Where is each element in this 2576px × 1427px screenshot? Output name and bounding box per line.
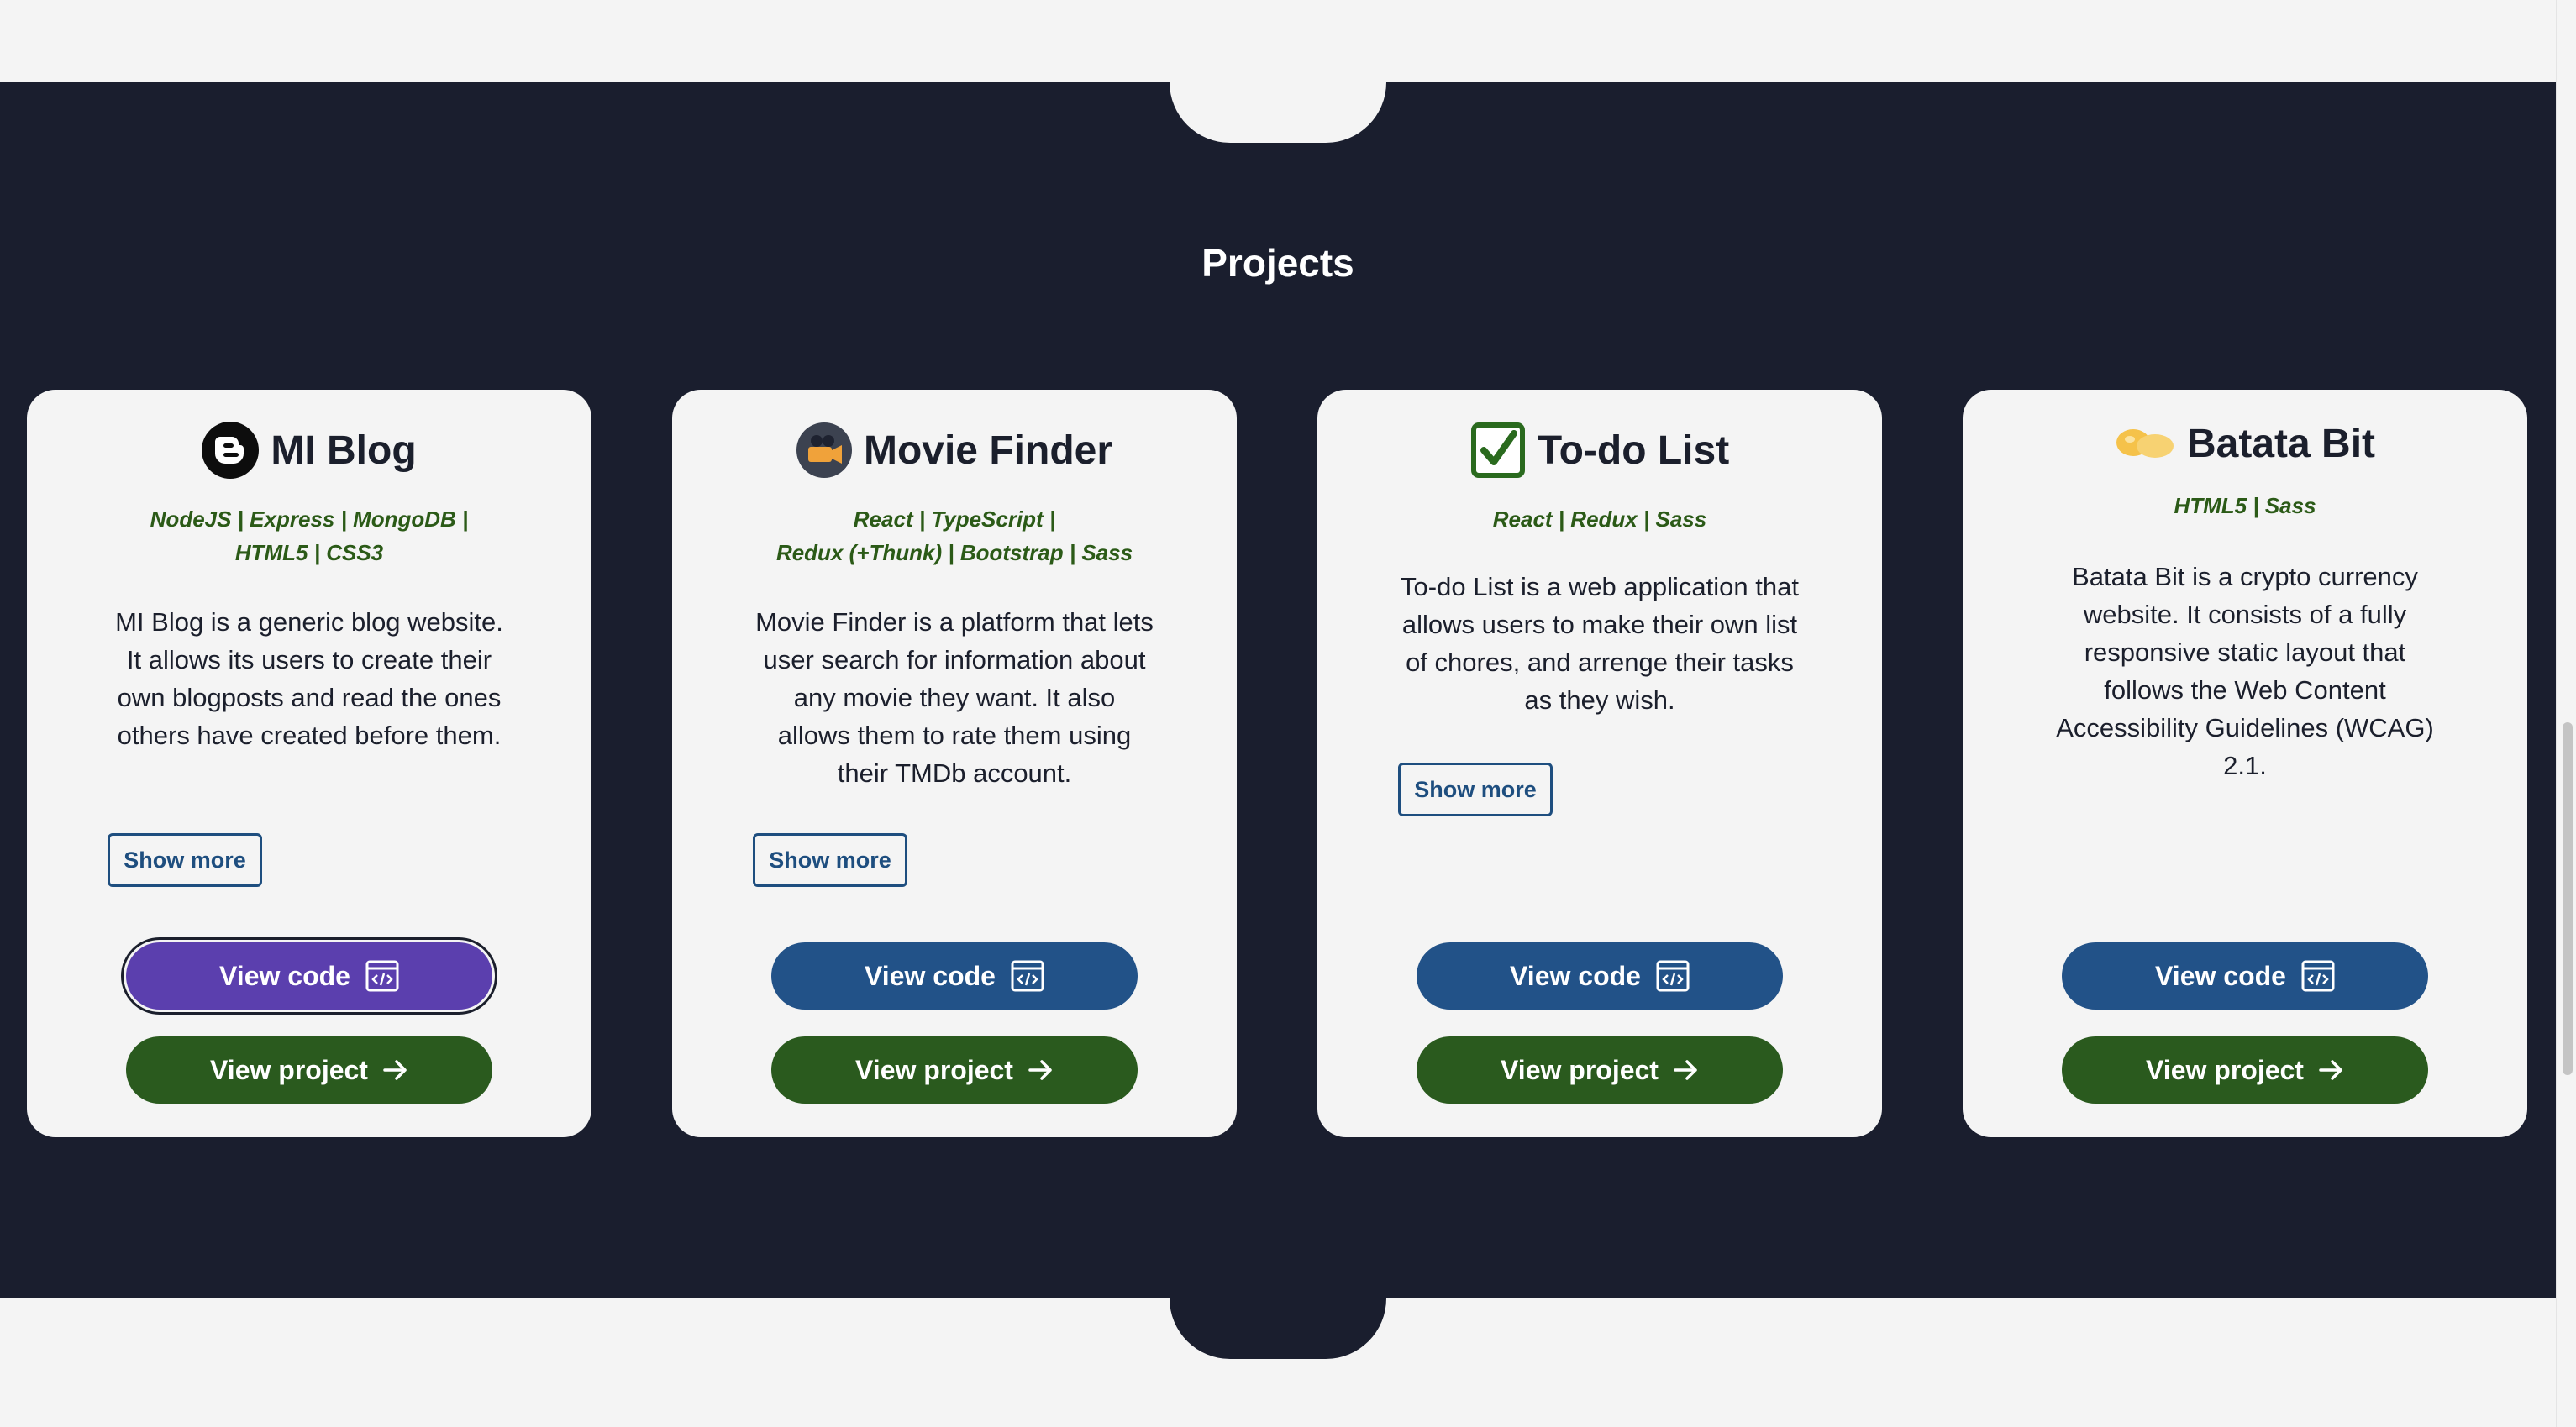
tech-line: NodeJS | Express | MongoDB | — [150, 506, 469, 532]
project-card-mi-blog: MI Blog NodeJS | Express | MongoDB | HTM… — [27, 390, 591, 1137]
tech-line: HTML5 | Sass — [2174, 493, 2316, 518]
arrow-right-icon — [1028, 1058, 1054, 1082]
page-scrollbar[interactable] — [2556, 0, 2576, 1427]
tech-line: Redux (+Thunk) | Bootstrap | Sass — [775, 540, 1133, 565]
view-code-label: View code — [1510, 960, 1641, 991]
tech-stack: React | Redux | Sass — [1351, 502, 1848, 536]
view-project-label: View project — [1501, 1054, 1659, 1085]
view-code-label: View code — [219, 960, 350, 991]
card-header: MI Blog — [27, 417, 591, 484]
code-window-icon — [1011, 960, 1044, 992]
view-project-button[interactable]: View project — [771, 1036, 1138, 1104]
card-title: To-do List — [1537, 428, 1730, 473]
card-description: MI Blog is a generic blog website. It al… — [115, 607, 503, 750]
card-header: Batata Bit — [1963, 410, 2527, 477]
card-description: To-do List is a web application that all… — [1401, 572, 1799, 715]
card-title: Batata Bit — [2186, 421, 2376, 466]
view-project-button[interactable]: View project — [1417, 1036, 1783, 1104]
tech-stack: HTML5 | Sass — [1996, 489, 2494, 522]
code-window-icon — [2301, 960, 2335, 992]
card-description: Movie Finder is a platform that lets use… — [755, 607, 1154, 788]
arrow-right-icon — [1674, 1058, 1699, 1082]
view-project-label: View project — [2146, 1054, 2304, 1085]
view-project-label: View project — [855, 1054, 1013, 1085]
blogger-icon — [202, 422, 260, 479]
arrow-right-icon — [383, 1058, 408, 1082]
card-title: MI Blog — [271, 428, 417, 473]
view-code-label: View code — [865, 960, 996, 991]
view-project-button[interactable]: View project — [2062, 1036, 2428, 1104]
view-project-label: View project — [210, 1054, 368, 1085]
code-window-icon — [365, 960, 399, 992]
batata-logo-icon — [2115, 424, 2175, 463]
card-header: Movie Finder — [672, 417, 1237, 484]
show-more-button[interactable]: Show more — [108, 833, 262, 887]
tech-line: React | Redux | Sass — [1492, 506, 1707, 532]
project-card-movie-finder: Movie Finder React | TypeScript | Redux … — [672, 390, 1237, 1137]
card-header: To-do List — [1317, 417, 1882, 484]
arrow-right-icon — [2319, 1058, 2344, 1082]
checkbox-icon — [1470, 422, 1526, 479]
view-code-label: View code — [2155, 960, 2286, 991]
code-window-icon — [1656, 960, 1690, 992]
view-code-button[interactable]: View code — [1417, 942, 1783, 1010]
card-title: Movie Finder — [863, 428, 1113, 473]
tech-stack: React | TypeScript | Redux (+Thunk) | Bo… — [706, 502, 1203, 569]
project-card-batata-bit: Batata Bit HTML5 | Sass Batata Bit is a … — [1963, 390, 2527, 1137]
view-project-button[interactable]: View project — [126, 1036, 492, 1104]
view-code-button[interactable]: View code — [771, 942, 1138, 1010]
tech-stack: NodeJS | Express | MongoDB | HTML5 | CSS… — [60, 502, 558, 569]
tech-line: HTML5 | CSS3 — [234, 540, 384, 565]
show-more-button[interactable]: Show more — [1398, 763, 1553, 816]
movie-camera-icon — [796, 422, 852, 478]
view-code-button[interactable]: View code — [2062, 942, 2428, 1010]
view-code-button[interactable]: View code — [126, 942, 492, 1010]
section-title: Projects — [1201, 241, 1354, 285]
project-card-todo-list: To-do List React | Redux | Sass To-do Li… — [1317, 390, 1882, 1137]
section-top-notch — [1170, 82, 1386, 143]
card-description: Batata Bit is a crypto currency website.… — [2056, 562, 2434, 780]
section-bottom-bump — [1170, 1298, 1386, 1359]
tech-line: React | TypeScript | — [853, 506, 1056, 532]
show-more-button[interactable]: Show more — [753, 833, 907, 887]
scrollbar-thumb[interactable] — [2563, 722, 2573, 1075]
